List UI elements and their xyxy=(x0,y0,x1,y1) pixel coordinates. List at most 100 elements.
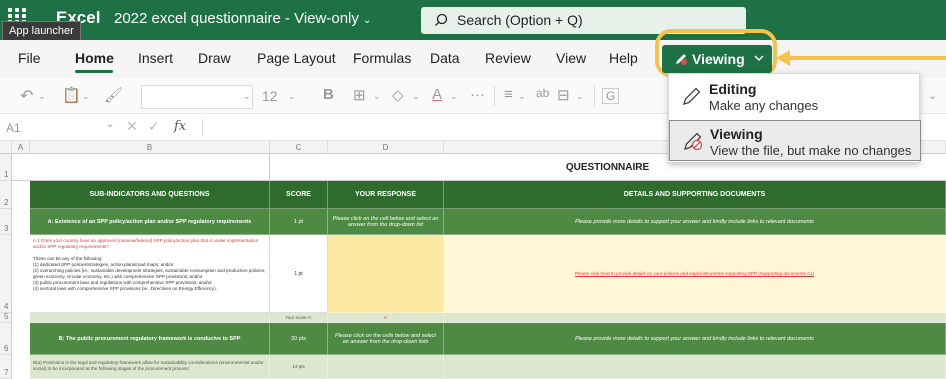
row-header[interactable]: 5 xyxy=(0,312,12,323)
score-a-value[interactable]: 0 xyxy=(328,313,444,323)
mode-option-title: Viewing xyxy=(710,126,763,142)
question-a1-line: (4) sectoral laws with comprehensive SPP… xyxy=(33,286,217,291)
chevron-down-icon[interactable]: ⌄ xyxy=(518,91,526,102)
tab-data[interactable]: Data xyxy=(430,50,460,66)
mode-option-viewing[interactable]: Viewing View the file, but make no chang… xyxy=(669,120,921,161)
chevron-down-icon[interactable]: ⌄ xyxy=(928,89,937,102)
row-header[interactable]: 4 xyxy=(0,235,12,313)
viewing-mode-label: Viewing xyxy=(692,51,745,67)
question-ba-cell[interactable]: B(a) Provisions in the legal and regulat… xyxy=(30,355,270,379)
section-b-score[interactable]: 20 pts xyxy=(270,323,328,355)
column-header-c[interactable]: C xyxy=(270,141,328,154)
pencil-icon xyxy=(683,87,701,105)
grid-cell[interactable] xyxy=(328,355,444,379)
section-a-score[interactable]: 1 pt xyxy=(270,209,328,235)
question-ba-score[interactable]: 14 pts xyxy=(270,355,328,379)
chevron-down-icon[interactable]: ⌄ xyxy=(373,91,381,102)
document-title[interactable]: 2022 excel questionnaire - View-only ⌄ xyxy=(114,10,371,27)
section-b-question[interactable]: B: The public procurement regulatory fra… xyxy=(30,323,270,355)
borders-icon[interactable]: ⊞ xyxy=(353,86,366,104)
chevron-down-icon[interactable]: ⌄ xyxy=(38,91,46,102)
grid-cell[interactable] xyxy=(30,313,270,323)
document-title-text: 2022 excel questionnaire - View-only xyxy=(114,10,359,27)
question-a1-response-cell[interactable] xyxy=(328,235,444,313)
cancel-icon: ✕ xyxy=(126,118,138,134)
question-a1-score[interactable]: 1 pt xyxy=(270,235,328,313)
chevron-down-icon[interactable]: ⌄ xyxy=(450,91,458,102)
row-header[interactable]: 3 xyxy=(0,209,12,235)
font-size-box[interactable]: 12 xyxy=(262,88,278,104)
column-header-b[interactable]: B xyxy=(30,141,270,154)
align-icon[interactable]: ≡ xyxy=(504,86,513,103)
function-icon[interactable]: fx xyxy=(174,119,186,134)
font-color-icon[interactable]: A xyxy=(432,86,442,103)
chevron-down-icon[interactable]: ⌄ xyxy=(576,91,584,102)
mode-option-editing[interactable]: Editing Make any changes xyxy=(669,76,921,118)
font-name-box[interactable] xyxy=(141,85,253,109)
format-painter-icon[interactable]: 🖌 xyxy=(104,86,123,104)
wrap-text-icon[interactable]: ab xyxy=(536,86,549,100)
fill-color-icon[interactable]: ◇ xyxy=(392,86,404,104)
pencil-blocked-icon xyxy=(684,132,703,151)
section-a-details-hint[interactable]: Please provide more details to support y… xyxy=(444,209,946,235)
header-score[interactable]: SCORE xyxy=(270,181,328,209)
column-header-a[interactable]: A xyxy=(12,141,30,154)
header-response[interactable]: YOUR RESPONSE xyxy=(328,181,444,209)
chevron-down-icon[interactable]: ⌄ xyxy=(288,91,296,102)
tab-insert[interactable]: Insert xyxy=(138,50,173,66)
section-a-response-hint[interactable]: Please click on the cell below and selec… xyxy=(328,209,444,235)
merge-icon[interactable]: ⊟ xyxy=(557,86,570,104)
mode-option-title: Editing xyxy=(709,81,757,97)
number-format-box[interactable]: G xyxy=(602,88,620,104)
tab-home[interactable]: Home xyxy=(75,50,114,66)
section-b-details-hint[interactable]: Please provide more details to support y… xyxy=(444,323,946,355)
question-a1-text: A.1 Does your country have an approved (… xyxy=(33,238,259,249)
undo-icon[interactable]: ↶ xyxy=(20,86,33,106)
column-header-d[interactable]: D xyxy=(328,141,444,154)
tab-formulas[interactable]: Formulas xyxy=(353,50,411,66)
row-number: 1 xyxy=(4,170,9,179)
chevron-down-icon[interactable]: ⌄ xyxy=(243,91,251,102)
score-a-label[interactable]: Your score A: xyxy=(270,313,328,323)
section-a-question[interactable]: A: Existence of an SPP policy/action pla… xyxy=(30,209,270,235)
mode-dropdown: Editing Make any changes Viewing View th… xyxy=(668,73,921,163)
tab-page-layout[interactable]: Page Layout xyxy=(257,50,336,66)
app-launcher-icon[interactable] xyxy=(8,8,30,24)
tab-file[interactable]: File xyxy=(18,50,41,66)
row-header[interactable]: 2 xyxy=(0,181,12,209)
tab-review[interactable]: Review xyxy=(485,50,531,66)
spreadsheet-grid: A B C D E 1 2 3 4 5 6 7 QUESTIONNAIRE SU… xyxy=(0,141,946,379)
chevron-down-icon xyxy=(754,55,764,62)
row-header[interactable]: 1 xyxy=(0,154,12,181)
row-header[interactable]: 7 xyxy=(0,355,12,379)
question-a1-details-link[interactable]: Please click here to provide details on … xyxy=(444,235,946,313)
viewing-mode-button[interactable]: Viewing xyxy=(662,45,772,73)
grid-cell[interactable] xyxy=(444,355,946,379)
bold-icon[interactable]: B xyxy=(323,86,334,103)
chevron-down-icon[interactable]: ⌄ xyxy=(82,91,90,102)
header-indicators[interactable]: SUB-INDICATORS AND QUESTIONS xyxy=(30,181,270,209)
name-box[interactable]: A1 xyxy=(6,121,21,135)
row-header[interactable]: 6 xyxy=(0,323,12,355)
chevron-down-icon[interactable]: ⌄ xyxy=(412,91,420,102)
app-launcher-tooltip: App launcher xyxy=(2,21,81,41)
chevron-down-icon[interactable]: ⌄ xyxy=(106,119,114,130)
section-b-response-hint[interactable]: Please click on the cells below and sele… xyxy=(328,323,444,355)
active-tab-indicator xyxy=(75,70,113,73)
grid-cell[interactable] xyxy=(12,154,270,181)
row-number: 2 xyxy=(4,198,9,207)
tab-help[interactable]: Help xyxy=(609,50,638,66)
question-a1-cell[interactable]: A.1 Does your country have an approved (… xyxy=(30,235,270,313)
grid-cell[interactable] xyxy=(444,313,946,323)
more-options-icon[interactable]: ··· xyxy=(470,86,485,103)
row-number: 3 xyxy=(4,224,9,233)
header-details[interactable]: DETAILS AND SUPPORTING DOCUMENTS xyxy=(444,181,946,209)
toolbar-divider xyxy=(594,86,595,106)
select-all-corner[interactable] xyxy=(0,141,12,154)
question-a1-line: (2) overarching policies (ie., sustainab… xyxy=(33,268,266,279)
paste-icon[interactable]: 📋 xyxy=(62,86,81,104)
toolbar-divider xyxy=(494,86,495,106)
arrow-annotation-icon xyxy=(776,50,946,66)
tab-draw[interactable]: Draw xyxy=(198,50,231,66)
tab-view[interactable]: View xyxy=(556,50,586,66)
